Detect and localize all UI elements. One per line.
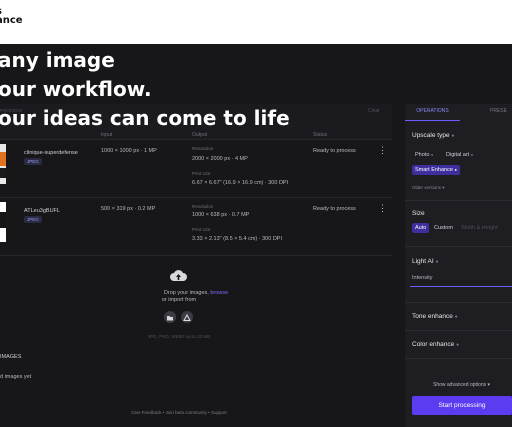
info-icon: ● (456, 342, 460, 348)
upscale-type-title: Upscale type ● (412, 132, 454, 139)
tone-enhance-title[interactable]: Tone enhance ● (412, 313, 458, 320)
logo-text-line2: ance (0, 15, 23, 26)
option-auto[interactable]: Auto (412, 223, 430, 233)
chevron-down-icon: ▾ (487, 382, 490, 388)
option-photo-label: Photo (415, 152, 430, 158)
option-custom[interactable]: Custom (431, 223, 456, 233)
dropzone-instruction: Drop your images, browse (0, 290, 392, 296)
drive-icon[interactable] (181, 311, 193, 323)
upscale-type-label: Upscale type (412, 132, 450, 139)
dropzone-text: Drop your images, (163, 290, 211, 296)
top-navbar: s ance (0, 0, 512, 44)
input-size: 1000 × 1000 px · 1 MP (101, 148, 157, 154)
option-smart-enhance-label: Smart Enhance (415, 167, 453, 173)
header-status: Status (313, 132, 328, 138)
recent-images-empty: d images yet (0, 374, 32, 380)
older-versions-dropdown[interactable]: Older versions ▾ (412, 185, 445, 191)
intensity-input[interactable] (410, 286, 512, 287)
advanced-options-label: Show advanced options (433, 382, 487, 388)
info-icon: ● (454, 314, 458, 320)
footer-links[interactable]: Give Feedback • Join beta community • Su… (0, 410, 358, 415)
output-resolution: 2000 × 2000 px · 4 MP (192, 156, 248, 162)
tab-operations[interactable]: OPERATIONS (405, 104, 460, 121)
table-row[interactable]: ATLeu3gBUFL JPEG 500 × 319 px · 0.2 MP R… (0, 198, 392, 256)
color-enhance-label: Color enhance (412, 341, 455, 348)
status-text: Ready to process (313, 206, 356, 212)
supported-formats: JPG, PNG, WEBP up to 32 MB (147, 334, 211, 339)
file-name: clinique-superdefense (24, 150, 78, 156)
divider (405, 330, 512, 331)
option-photo[interactable]: Photo ● (412, 150, 436, 160)
info-icon: ● (430, 152, 434, 157)
print-size-label: Print size (192, 227, 211, 232)
divider (405, 302, 512, 303)
table-row[interactable]: clinique-superdefense JPEG 1000 × 1000 p… (0, 140, 392, 198)
chevron-down-icon: ▾ (442, 185, 445, 190)
divider (405, 358, 512, 359)
folder-icon[interactable] (164, 311, 176, 323)
print-size-label: Print size (192, 171, 211, 176)
print-size: 6.67 × 6.67" (16.9 × 16.9 cm) · 300 DPI (192, 180, 289, 186)
file-name: ATLeu3gBUFL (24, 208, 60, 214)
light-ai-label: Light AI (412, 258, 434, 265)
option-smart-enhance[interactable]: Smart Enhance ● (412, 165, 460, 175)
color-enhance-title[interactable]: Color enhance ● (412, 341, 459, 348)
print-size: 3.33 × 2.13" (8.5 × 5.4 cm) · 300 DPI (192, 236, 283, 242)
show-advanced-options[interactable]: Show advanced options ▾ (433, 382, 490, 388)
hero-headline: any image our workflow. our ideas can co… (0, 46, 290, 133)
clear-button[interactable]: Clear (368, 108, 380, 114)
tone-enhance-label: Tone enhance (412, 313, 453, 320)
light-ai-title: Light AI ● (412, 258, 439, 265)
browse-link[interactable]: browse (210, 290, 228, 296)
input-size: 500 × 319 px · 0.2 MP (101, 206, 156, 212)
hero-line-2: our workflow. (0, 77, 152, 101)
info-icon: ● (454, 167, 457, 172)
import-from-label: or import from (161, 297, 197, 303)
cloud-upload-icon (170, 270, 187, 281)
kebab-menu-icon[interactable]: ⋮ (378, 203, 387, 214)
upload-dropzone[interactable]: Drop your images, browse or import from … (0, 256, 392, 352)
brand-logo[interactable]: s ance (0, 7, 23, 26)
size-title: Size (412, 210, 425, 217)
status-text: Ready to process (313, 148, 356, 154)
tab-presets[interactable]: PRESE (490, 104, 507, 118)
divider (405, 200, 512, 201)
output-resolution-label: Resolution (192, 146, 214, 151)
recent-images-title: IMAGES (0, 354, 22, 360)
hero-line-1: any image (0, 48, 115, 72)
divider (405, 246, 512, 247)
info-icon[interactable]: ● (436, 259, 439, 265)
intensity-label: Intensity (412, 275, 433, 281)
hero-line-3: our ideas can come to life (0, 106, 290, 130)
output-resolution-label: Resolution (192, 204, 214, 209)
info-icon[interactable]: ● (451, 133, 454, 139)
older-versions-label: Older versions (412, 185, 442, 190)
file-type-badge: JPEG (24, 216, 42, 223)
option-digital-art-label: Digital art (446, 152, 470, 158)
output-resolution: 1000 × 638 px · 0.7 MP (192, 212, 250, 218)
info-icon: ● (470, 152, 474, 157)
file-type-badge: JPEG (24, 158, 42, 165)
option-width-height[interactable]: Width & Height (458, 223, 501, 233)
image-thumbnail (0, 202, 6, 242)
start-processing-button[interactable]: Start processing (412, 396, 512, 415)
image-thumbnail (0, 144, 6, 184)
option-digital-art[interactable]: Digital art ● (443, 150, 476, 160)
kebab-menu-icon[interactable]: ⋮ (378, 145, 387, 156)
